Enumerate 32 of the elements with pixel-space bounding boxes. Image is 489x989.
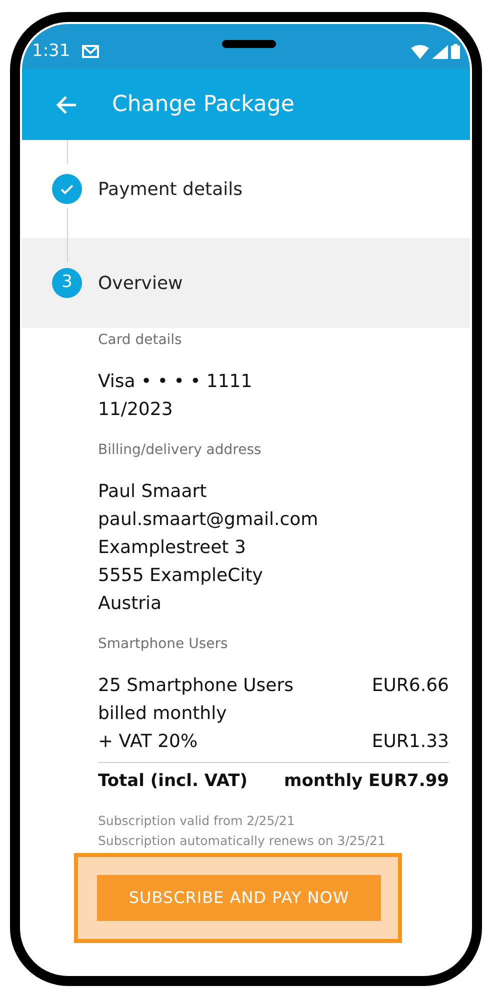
total-amount: monthly EUR7.99 bbox=[284, 770, 449, 793]
battery-icon bbox=[451, 44, 460, 59]
detail-line: Austria bbox=[98, 592, 163, 616]
checkmark-icon bbox=[60, 184, 74, 194]
mail-icon bbox=[82, 45, 100, 58]
line-item-label: + VAT 20% bbox=[98, 730, 198, 754]
wifi-icon bbox=[411, 44, 429, 58]
detail-line: paul.smaart@gmail.com bbox=[98, 508, 320, 532]
status-time: 1:31 bbox=[32, 40, 70, 63]
back-arrow-icon bbox=[55, 94, 77, 114]
step-row-highlight[interactable]: 3 Overview bbox=[22, 238, 470, 328]
section-heading: Billing/delivery address bbox=[98, 441, 262, 460]
detail-line: 5555 ExampleCity bbox=[98, 564, 264, 588]
app-bar-title: Change Package bbox=[112, 91, 294, 119]
step-label: Overview bbox=[98, 272, 183, 296]
subscription-note: Subscription valid from 2/25/21 bbox=[98, 812, 296, 830]
speaker-slot bbox=[222, 40, 276, 48]
section-heading: Card details bbox=[98, 331, 183, 350]
detail-line: Visa • • • • 1111 bbox=[98, 370, 254, 394]
detail-line: Paul Smaart bbox=[98, 480, 208, 504]
signal-icon bbox=[432, 44, 448, 58]
step-label: Payment details bbox=[98, 178, 242, 202]
subscription-note: Subscription automatically renews on 3/25/21 bbox=[98, 832, 386, 850]
line-item-amount: EUR6.66 bbox=[372, 674, 449, 698]
line-item-amount: EUR1.33 bbox=[372, 730, 449, 754]
step-number: 3 bbox=[52, 268, 82, 298]
line-item-label: billed monthly bbox=[98, 702, 227, 726]
total-label: Total (incl. VAT) bbox=[98, 770, 248, 793]
detail-line: 11/2023 bbox=[98, 398, 174, 422]
detail-line: Examplestreet 3 bbox=[98, 536, 247, 560]
section-heading: Smartphone Users bbox=[98, 635, 229, 654]
line-item-label: 25 Smartphone Users bbox=[98, 674, 294, 698]
